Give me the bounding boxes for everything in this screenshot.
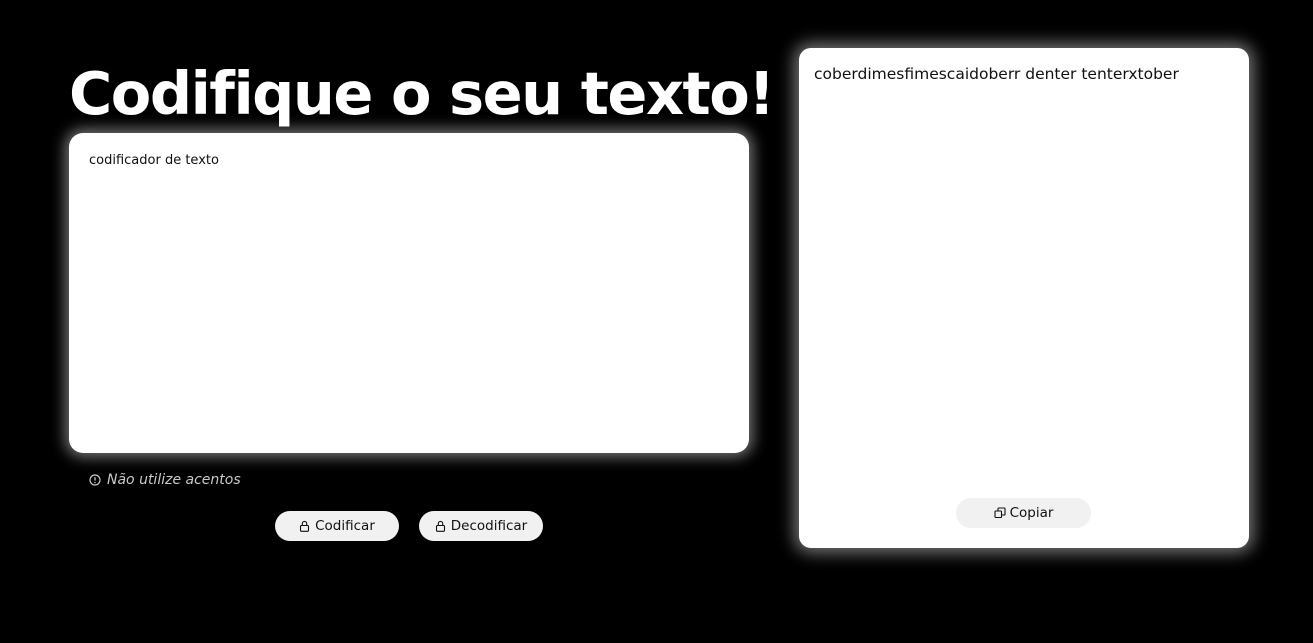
hint-text: Não utilize acentos [107,472,241,488]
lock-icon [299,520,310,532]
copy-button-label: Copiar [1009,505,1054,521]
page-title: Codifique o seu texto! [69,59,775,128]
encrypt-button[interactable]: Codificar [275,511,399,541]
text-input[interactable]: codificador de texto [69,133,749,453]
copy-icon [994,507,1006,519]
input-card: codificador de texto [69,133,749,453]
decrypt-button-label: Decodificar [450,518,528,534]
decrypt-button[interactable]: Decodificar [419,511,543,541]
encrypt-button-label: Codificar [315,518,375,534]
output-text: coberdimesfimescaidoberr denter tenterxt… [814,65,1179,83]
output-card: coberdimesfimescaidoberr denter tenterxt… [799,48,1249,548]
alert-circle-icon [89,474,101,486]
unlock-icon [435,520,446,532]
page: Codifique o seu texto! codificador de te… [0,0,1313,643]
copy-button[interactable]: Copiar [956,498,1091,528]
hint: Não utilize acentos [89,470,241,490]
